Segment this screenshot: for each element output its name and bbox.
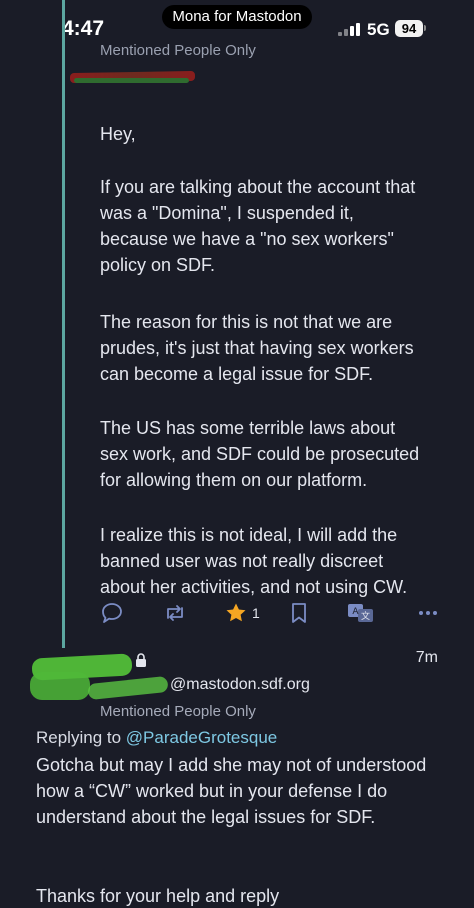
boost-arrows-icon[interactable] (162, 601, 188, 627)
redacted-scribble-underline (74, 78, 189, 83)
translate-icon[interactable]: A文 (346, 601, 376, 627)
ellipsis-icon[interactable] (418, 601, 438, 627)
speech-bubble-icon[interactable] (100, 601, 124, 627)
reply-closing-text: Thanks for your help and reply (36, 886, 280, 906)
post-visibility-label: Mentioned People Only (100, 703, 256, 720)
post-timestamp: 7m (415, 649, 438, 666)
post-paragraph: The reason for this is not that we are p… (100, 312, 414, 384)
post-paragraph: I realize this is not ideal, I will add … (100, 525, 408, 597)
lock-icon (135, 653, 147, 672)
status-bar: 4:47 Mona for Mastodon 5G 94 (0, 0, 474, 48)
replying-to-line: Replying to @ParadeGrotesque (36, 728, 277, 748)
post-paragraph: The US has some terrible laws about sex … (100, 418, 420, 490)
favorite-count: 1 (252, 605, 260, 621)
status-time: 4:47 (62, 17, 105, 40)
network-type: 5G (367, 20, 390, 39)
redacted-name (87, 675, 169, 701)
svg-text:A: A (352, 607, 359, 617)
user-handle[interactable]: @mastodon.sdf.org (170, 676, 310, 694)
star-icon[interactable] (224, 601, 248, 627)
bookmark-icon[interactable] (290, 601, 308, 627)
app-indicator-pill[interactable]: Mona for Mastodon (162, 5, 312, 29)
reply-body-text: Gotcha but may I add she may not of unde… (36, 755, 427, 827)
battery-tip (424, 25, 426, 31)
thread-connector-line (62, 0, 65, 648)
cellular-signal-icon (338, 22, 362, 36)
post-visibility-label: Mentioned People Only (100, 42, 256, 59)
battery-icon: 94 (395, 20, 423, 37)
post-paragraph: If you are talking about the account tha… (100, 177, 416, 275)
svg-text:文: 文 (361, 610, 370, 622)
redacted-avatar-part (30, 672, 90, 700)
mention-link[interactable]: @ParadeGrotesque (126, 728, 277, 747)
replying-prefix: Replying to (36, 728, 122, 747)
post-paragraph: Hey, (100, 124, 136, 144)
post-action-bar: A文 (100, 601, 440, 627)
